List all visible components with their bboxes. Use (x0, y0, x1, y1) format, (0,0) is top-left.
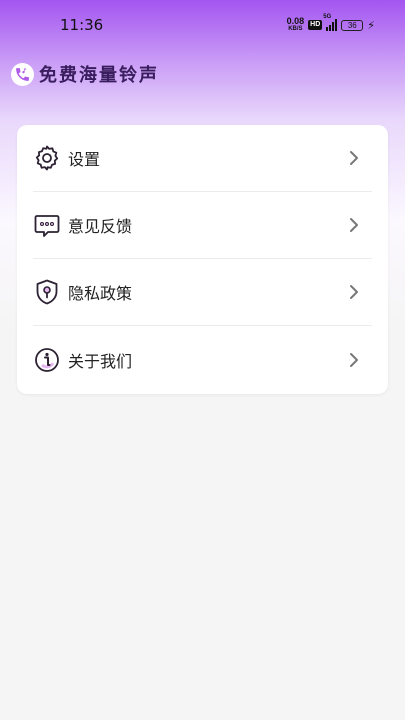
battery-level: 36 (347, 20, 357, 30)
app-logo-phone-icon (11, 62, 34, 86)
network-speed-unit: KB/S (288, 26, 303, 32)
status-time: 11:36 (60, 16, 104, 34)
menu-item-privacy-policy[interactable]: 隐私政策 (17, 259, 388, 325)
network-speed: 0.08 KB/S (287, 17, 305, 33)
charging-bolt-icon: ⚡ (367, 18, 375, 32)
app-title: 免费海量铃声 (39, 65, 159, 86)
chevron-right-icon (348, 217, 360, 233)
chevron-right-icon (348, 150, 360, 166)
network-type-label: 5G (323, 14, 332, 20)
menu-item-feedback[interactable]: 意见反馈 (17, 192, 388, 258)
menu-item-settings-label: 设置 (68, 150, 101, 169)
gear-icon (33, 144, 61, 172)
menu-item-settings[interactable]: 设置 (17, 125, 388, 191)
menu-item-feedback-label: 意见反馈 (68, 217, 133, 236)
menu-item-about-us[interactable]: 关于我们 (17, 327, 388, 393)
chevron-right-icon (348, 284, 360, 300)
cellular-signal-icon: 5G (323, 14, 338, 31)
status-indicators: 0.08 KB/S HD 5G 36 ⚡ (287, 14, 375, 35)
menu-item-about-us-label: 关于我们 (68, 352, 133, 371)
chevron-right-icon (348, 352, 360, 368)
app-header: 免费海量铃声 (11, 61, 159, 87)
settings-menu-card: 设置 意见反馈 隐私政策 关于我们 (17, 125, 388, 394)
network-speed-value: 0.08 (286, 16, 305, 26)
hd-badge: HD (308, 20, 323, 30)
menu-divider (33, 325, 372, 326)
info-icon (33, 346, 61, 374)
menu-item-privacy-policy-label: 隐私政策 (68, 284, 133, 303)
battery-icon: 36 (341, 19, 364, 31)
chat-bubble-icon (33, 211, 61, 239)
shield-icon (33, 278, 61, 306)
status-bar: 11:36 0.08 KB/S HD 5G 36 ⚡ (0, 0, 405, 52)
